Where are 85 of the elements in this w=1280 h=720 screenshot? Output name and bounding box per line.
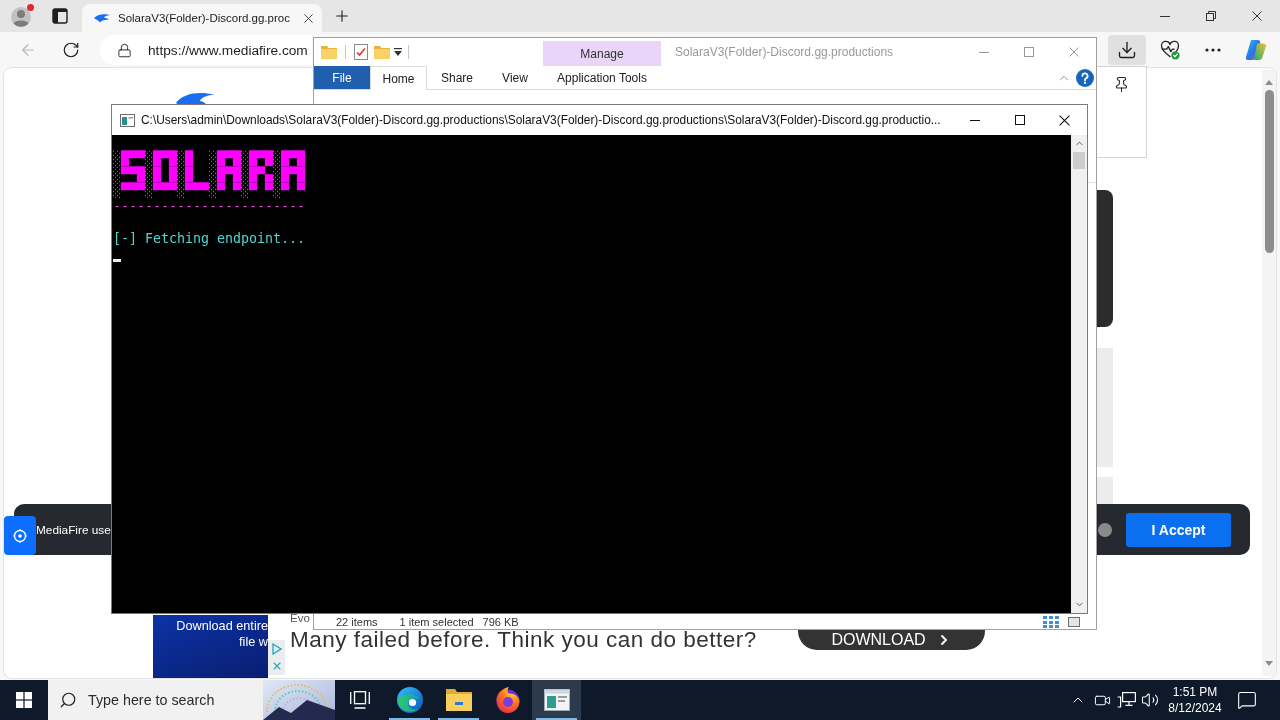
task-view-icon	[350, 691, 370, 709]
folder-icon	[321, 45, 337, 59]
maximize-icon	[1014, 115, 1025, 125]
swirl-logo-icon	[396, 687, 423, 713]
clock[interactable]: 1:51 PM 8/12/2024	[1165, 680, 1225, 720]
restore-icon	[1206, 11, 1216, 21]
folder-icon	[374, 45, 390, 59]
ad-brand-text: Evo	[290, 611, 310, 625]
close-icon	[1068, 47, 1079, 57]
windows-logo-icon	[16, 692, 32, 708]
taskbar-app-button[interactable]	[532, 680, 581, 720]
floating-button[interactable]	[4, 516, 36, 555]
ad-text: file w	[239, 634, 268, 650]
scroll-down-icon	[1265, 661, 1273, 666]
window-title: C:\Users\admin\Downloads\SolaraV3(Folder)-Discord.gg.productions\SolaraV3(Folder)-Discord.gg.productions\SolaraV3(Folder)-Discord.gg.productio...	[141, 113, 942, 127]
lock-icon	[117, 42, 132, 58]
scroll-thumb[interactable]	[1073, 152, 1085, 169]
file-menu-button[interactable]: File	[314, 66, 370, 89]
search-highlight-drawing	[263, 680, 335, 720]
minimize-icon	[1160, 15, 1170, 17]
scrollbar[interactable]	[1071, 135, 1087, 613]
ascii-art-text: ░▀▀█░█ █░█ ░█▀█░█▀▄░█▀█	[113, 167, 306, 183]
network-icon	[1116, 691, 1136, 709]
app-logo-icon	[1245, 39, 1267, 61]
accept-button[interactable]: I Accept	[1126, 512, 1231, 547]
reload-icon	[62, 41, 80, 59]
help-icon	[1076, 68, 1094, 87]
ad-headline: Many failed before. Think you can do better?	[290, 628, 757, 652]
context-tab-label: Manage	[543, 41, 661, 66]
status-text: 22 items	[336, 615, 378, 629]
volume-icon	[1141, 691, 1159, 709]
dashed-line-text: ------------------------	[113, 199, 306, 215]
search-input[interactable]: Type here to search	[88, 691, 218, 709]
status-text: 1 item selected	[399, 615, 474, 629]
notification-icon	[1237, 690, 1257, 710]
address-field[interactable]: https://www.mediafire.com	[100, 35, 312, 65]
profile-button[interactable]	[8, 2, 36, 30]
search-icon	[59, 691, 77, 709]
close-icon	[1059, 114, 1070, 126]
grid-view-icon	[1043, 616, 1059, 628]
more-icon	[1205, 48, 1221, 52]
search-bar[interactable]: Type here to search	[48, 680, 335, 720]
console-output-text: [-] Fetching endpoint...	[113, 231, 306, 247]
close-icon	[303, 13, 313, 23]
window-title: SolaraV3(Folder)-Discord.gg.productions	[675, 45, 894, 59]
checklist-icon	[354, 44, 368, 60]
dropdown-caret-icon	[394, 48, 402, 56]
ascii-art-text: ░▀▀▀░▀▀▀░▀▀▀░▀ ▀░▀ ▀░▀ ▀	[113, 183, 306, 199]
tile-view-icon	[1068, 617, 1080, 627]
minimize-icon	[969, 119, 980, 121]
maximize-icon	[1023, 47, 1034, 57]
circle-icon	[1098, 522, 1112, 537]
target-icon	[13, 528, 27, 543]
plus-icon	[333, 7, 351, 25]
ascii-art-text: ░█▀▀░█▀█░█ ░█▀█░█▀█░█▀█	[113, 151, 306, 167]
avatar-icon	[10, 4, 34, 28]
scroll-up-icon	[1265, 80, 1273, 85]
cookie-text: MediaFire use	[36, 522, 111, 537]
download-button[interactable]: DOWNLOAD	[798, 630, 985, 650]
heart-pulse-icon	[1160, 40, 1180, 60]
help-button[interactable]	[1076, 66, 1094, 89]
flame-logo-icon	[176, 91, 214, 104]
ribbon-tab[interactable]: Application Tools	[543, 66, 661, 89]
close-icon	[1252, 11, 1262, 21]
sidebar-window-icon	[52, 8, 68, 24]
scroll-thumb[interactable]	[1264, 90, 1274, 253]
flame-globe-icon	[494, 687, 521, 713]
console-window-icon	[543, 689, 570, 711]
play-icon	[271, 642, 282, 655]
ribbon-tab[interactable]: View	[487, 66, 543, 89]
ad-image[interactable]: Download entire file w	[153, 615, 268, 678]
console-icon	[120, 113, 135, 127]
ribbon-tab[interactable]: Share	[427, 66, 487, 89]
scrollbar[interactable]	[1262, 70, 1276, 676]
browser-tab[interactable]: SolaraV3(Folder)-Discord.gg.proc	[82, 4, 322, 32]
ad-text: Download entire	[176, 618, 268, 634]
ribbon-tab[interactable]: Home	[370, 66, 427, 90]
status-text: 796 KB	[482, 615, 519, 629]
ad-choices-bar[interactable]	[268, 640, 285, 675]
flame-icon	[94, 13, 110, 23]
download-icon	[1117, 40, 1137, 60]
minimize-icon	[978, 51, 989, 53]
downloads-button[interactable]	[1108, 35, 1146, 65]
page-card	[1097, 477, 1113, 504]
folder-icon	[445, 689, 472, 711]
